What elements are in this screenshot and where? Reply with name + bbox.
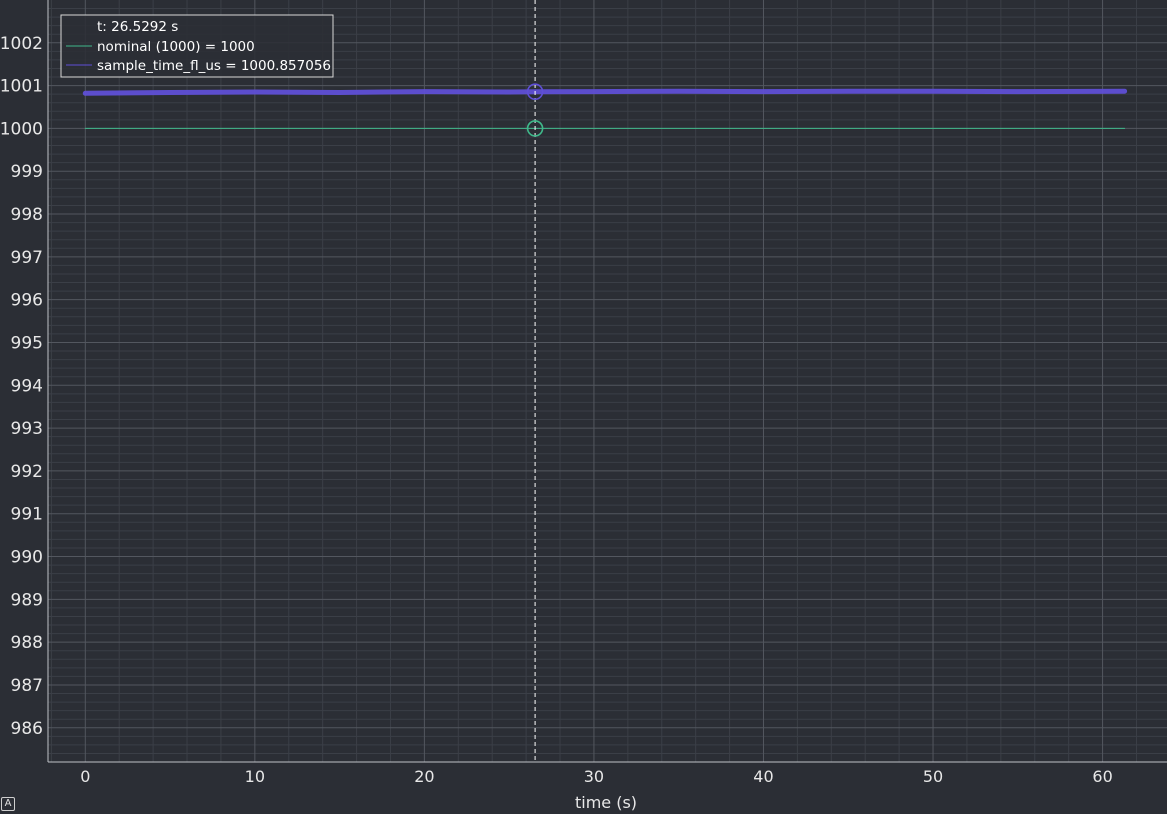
y-tick-label: 992 <box>11 462 43 482</box>
legend-entry-sample-time: sample_time_fl_us = 1000.857056 <box>97 58 331 74</box>
x-tick-label: 30 <box>584 767 604 786</box>
x-axis-label: time (s) <box>575 793 637 812</box>
chart[interactable]: 986 987 988 989 990 991 992 993 994 995 996 997 998 9… <box>0 0 1167 814</box>
plot-area[interactable] <box>48 0 1167 762</box>
x-tick-label: 0 <box>80 767 90 786</box>
x-tick-label: 20 <box>414 767 434 786</box>
y-tick-label: 999 <box>11 162 43 182</box>
legend: t: 26.5292 s nominal (1000) = 1000 sampl… <box>60 14 334 78</box>
y-tick-label: 998 <box>11 205 43 225</box>
x-tick-label: 40 <box>753 767 773 786</box>
y-tick-label: 991 <box>11 505 43 525</box>
y-tick-label: 990 <box>11 548 43 568</box>
x-tick-label: 10 <box>245 767 265 786</box>
y-tick-label: 1000 <box>0 119 43 139</box>
y-tick-label: 1001 <box>0 77 43 97</box>
y-tick-label: 993 <box>11 419 43 439</box>
x-tick-labels: 0 10 20 30 40 50 60 <box>80 767 1113 786</box>
series-line-sample-time <box>82 88 1128 96</box>
legend-cursor-time: t: 26.5292 s <box>97 19 178 35</box>
y-tick-label: 988 <box>11 633 43 653</box>
autoscale-button[interactable]: A <box>1 797 15 811</box>
y-tick-labels: 986 987 988 989 990 991 992 993 994 995 996 997 998 9… <box>0 34 43 739</box>
y-tick-label: 986 <box>11 719 43 739</box>
y-tick-label: 996 <box>11 291 43 311</box>
y-tick-label: 1002 <box>0 34 43 54</box>
y-tick-label: 994 <box>11 376 43 396</box>
y-tick-label: 987 <box>11 676 43 696</box>
legend-entry-nominal: nominal (1000) = 1000 <box>97 39 255 55</box>
x-tick-label: 60 <box>1092 767 1112 786</box>
y-tick-label: 995 <box>11 333 43 353</box>
y-tick-label: 989 <box>11 590 43 610</box>
y-tick-label: 997 <box>11 248 43 268</box>
x-tick-label: 50 <box>923 767 943 786</box>
